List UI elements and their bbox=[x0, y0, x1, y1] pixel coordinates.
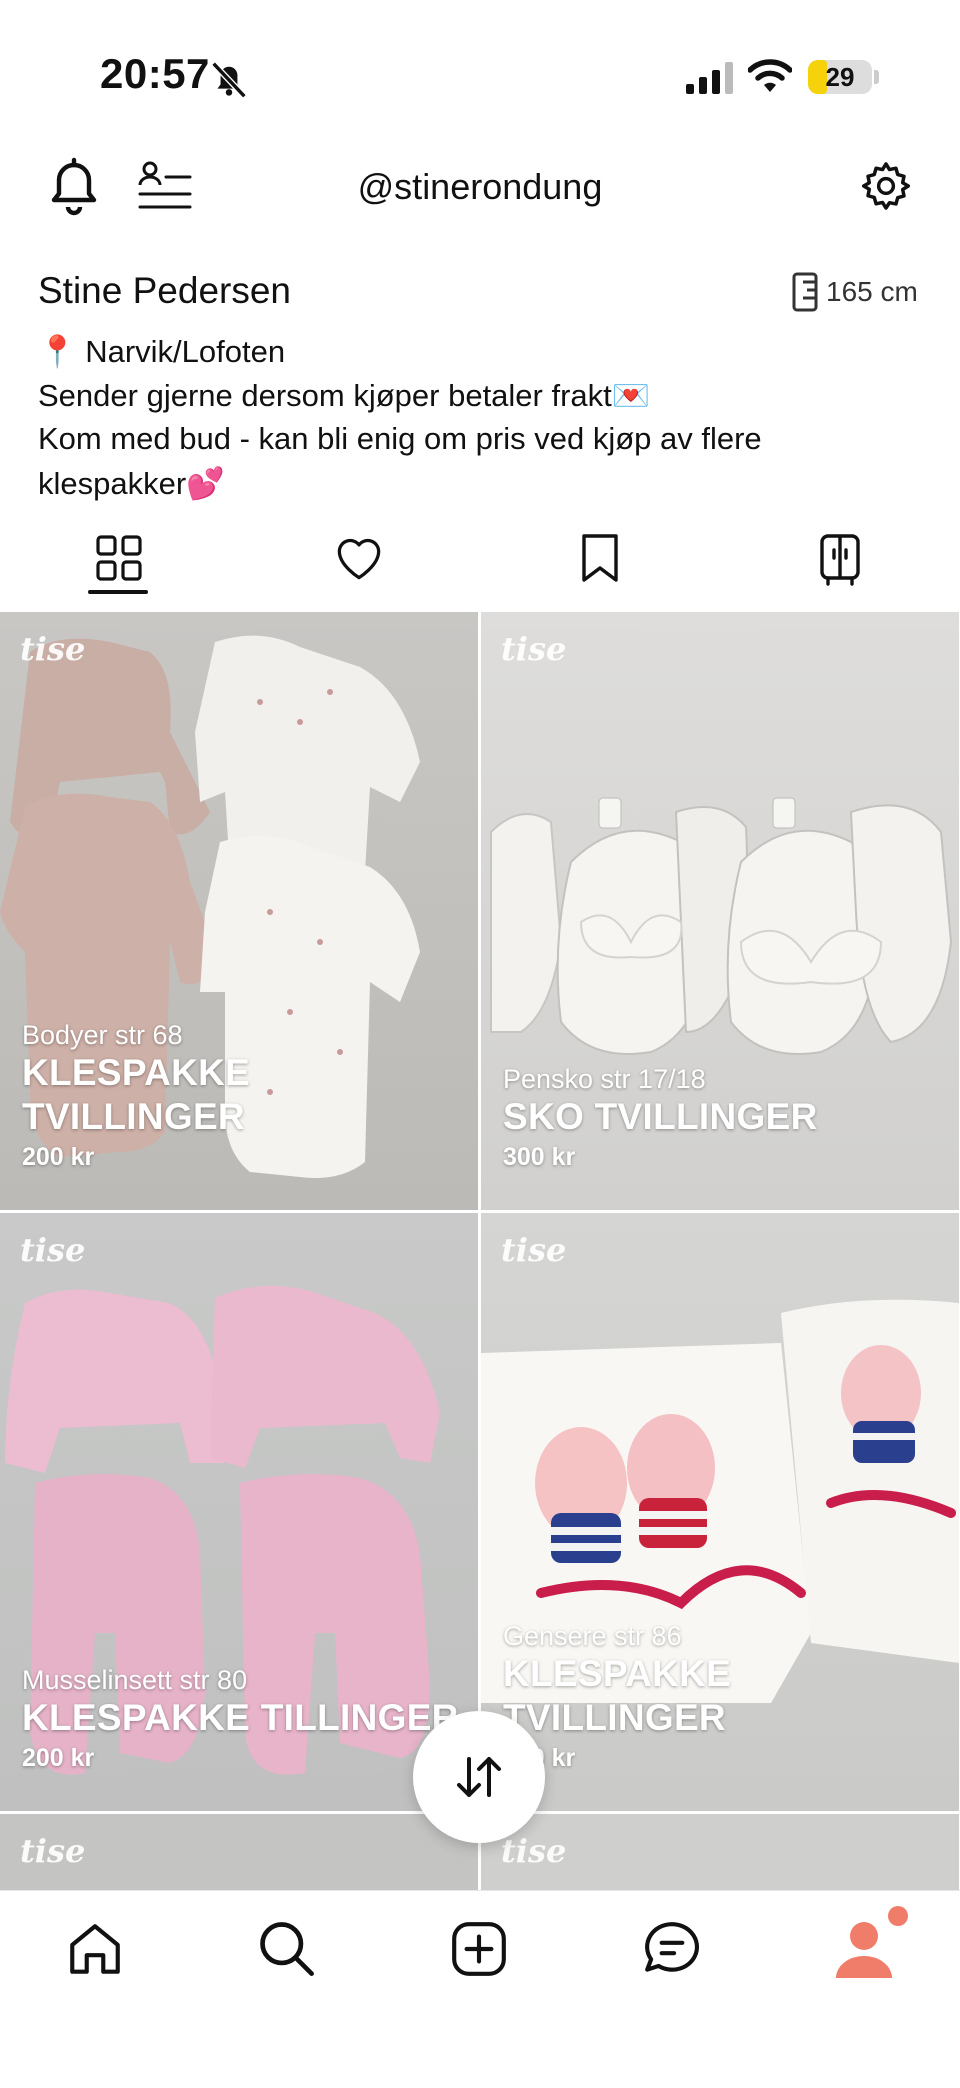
listing-caption-2: Pensko str 17/18 SKO TVILLINGER 300 kr bbox=[503, 1064, 818, 1172]
listing-title-line: TVILLINGER bbox=[22, 1096, 245, 1137]
listing-price: 300 kr bbox=[503, 1143, 576, 1171]
bio-line-bundles: klespakker💕 bbox=[38, 466, 225, 501]
battery-indicator: 29 bbox=[808, 60, 872, 94]
sort-arrows-icon bbox=[457, 1757, 501, 1797]
listing-card-3[interactable]: tise Musselinsett str 80 KLESPAKKE TILLI… bbox=[0, 1213, 478, 1811]
tise-watermark: tise bbox=[20, 1231, 86, 1269]
tise-watermark: tise bbox=[20, 1832, 86, 1870]
listing-subtitle: Bodyer str 68 bbox=[22, 1020, 183, 1050]
listing-caption-3: Musselinsett str 80 KLESPAKKE TILLINGER … bbox=[22, 1665, 459, 1773]
tise-watermark: tise bbox=[501, 630, 567, 668]
nav-profile-icon[interactable] bbox=[828, 1904, 912, 1988]
tise-watermark: tise bbox=[20, 630, 86, 668]
listing-card-6[interactable]: tise bbox=[481, 1814, 959, 1890]
listing-caption-1: Bodyer str 68 KLESPAKKE TVILLINGER 200 k… bbox=[22, 1020, 250, 1172]
tise-watermark: tise bbox=[501, 1832, 567, 1870]
listing-card-4[interactable]: tise Gensere str 86 KLESPAKKE TVILLINGER… bbox=[481, 1213, 959, 1811]
tab-saved-bookmark-icon[interactable] bbox=[578, 532, 622, 584]
profile-height: 165 cm bbox=[826, 276, 918, 307]
profile-username: @stinerondung bbox=[357, 166, 603, 207]
listing-subtitle: Gensere str 86 bbox=[503, 1621, 682, 1651]
listing-title-line: SKO TVILLINGER bbox=[503, 1096, 818, 1137]
listing-price: 200 kr bbox=[22, 1143, 95, 1171]
profile-display-name: Stine Pedersen bbox=[38, 270, 292, 311]
tise-watermark: tise bbox=[501, 1231, 567, 1269]
battery-cap bbox=[874, 70, 879, 84]
cellular-signal-icon bbox=[686, 62, 733, 94]
sort-button[interactable] bbox=[413, 1711, 545, 1843]
nav-search-icon[interactable] bbox=[254, 1916, 318, 1980]
tab-listings-grid-icon[interactable] bbox=[96, 535, 142, 581]
listing-title-line: KLESPAKKE bbox=[503, 1653, 732, 1694]
listing-subtitle: Musselinsett str 80 bbox=[22, 1665, 248, 1695]
active-tab-indicator bbox=[88, 590, 148, 594]
tab-wardrobe-icon[interactable] bbox=[818, 532, 862, 588]
nav-home-icon[interactable] bbox=[64, 1918, 126, 1980]
listing-subtitle: Pensko str 17/18 bbox=[503, 1064, 706, 1094]
listing-card-5[interactable]: tise bbox=[0, 1814, 478, 1890]
tab-favorites-heart-icon[interactable] bbox=[332, 534, 386, 582]
listing-title-line: KLESPAKKE TILLINGER bbox=[22, 1697, 459, 1738]
bell-muted-icon bbox=[211, 61, 247, 99]
bio-line-offers: Kom med bud - kan bli enig om pris ved k… bbox=[38, 421, 762, 456]
bio-line-shipping: Sender gjerne dersom kjøper betaler frak… bbox=[38, 378, 651, 413]
listing-card-2[interactable]: tise Pensko str 17/18 SKO TVILLINGER 300… bbox=[481, 612, 959, 1210]
ruler-icon bbox=[792, 272, 818, 312]
nav-add-listing-icon[interactable] bbox=[448, 1918, 510, 1980]
listing-title-line: KLESPAKKE bbox=[22, 1052, 251, 1093]
listing-card-1[interactable]: tise Bodyer str 68 KLESPAKKE TVILLINGER … bbox=[0, 612, 478, 1210]
wifi-icon bbox=[748, 59, 792, 92]
status-time: 20:57 bbox=[100, 50, 210, 97]
listing-title-line: TVILLINGER bbox=[503, 1697, 726, 1738]
listing-price: 200 kr bbox=[22, 1744, 95, 1772]
bio-location: 📍 Narvik/Lofoten bbox=[38, 334, 286, 369]
nav-messages-icon[interactable] bbox=[640, 1918, 704, 1980]
settings-gear-icon[interactable] bbox=[860, 160, 912, 212]
battery-percent: 29 bbox=[825, 62, 855, 92]
